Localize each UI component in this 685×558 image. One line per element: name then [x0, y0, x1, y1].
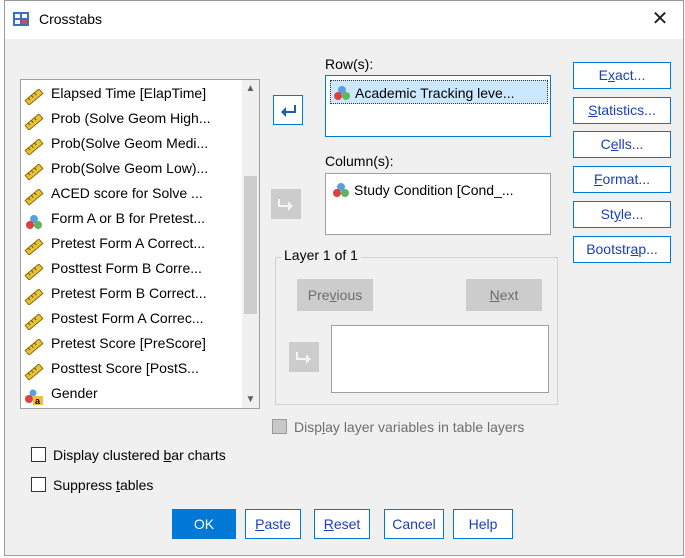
variable-label: Pretest Form B Correct...	[51, 285, 207, 301]
variable-list[interactable]: Elapsed Time [ElapTime] Prob (Solve Geom …	[20, 79, 260, 409]
crosstabs-dialog: Crosstabs ✕ Elapsed Time [ElapTime] Prob …	[4, 0, 684, 556]
variable-list-scrollbar[interactable]: ▲ ▼	[242, 80, 259, 408]
crosstabs-app-icon	[13, 12, 29, 26]
reset-button[interactable]: Reset	[314, 509, 370, 539]
previous-button[interactable]: Previous	[297, 279, 373, 311]
move-to-layer-button[interactable]	[289, 342, 319, 372]
nominal-circles-icon	[334, 86, 350, 100]
variable-label: Pretest Form A Correct...	[51, 235, 206, 251]
exact-button[interactable]: Exact...	[573, 62, 671, 89]
rows-box[interactable]: Academic Tracking leve...	[325, 75, 551, 137]
bootstrap-button[interactable]: Bootstrap...	[573, 236, 671, 263]
variable-label: Prob(Solve Geom Medi...	[51, 135, 209, 151]
close-icon: ✕	[651, 8, 669, 30]
rows-item[interactable]: Academic Tracking leve...	[330, 80, 548, 104]
scrollbar-thumb[interactable]	[244, 176, 257, 314]
statistics-button[interactable]: Statistics...	[573, 97, 671, 124]
variable-label: Elapsed Time [ElapTime]	[51, 85, 207, 101]
move-to-columns-button[interactable]	[271, 189, 301, 219]
close-button[interactable]: ✕	[643, 3, 677, 35]
format-button[interactable]: Format...	[573, 166, 671, 193]
rows-label: Row(s):	[325, 56, 374, 72]
variable-label: Pretest Score [PreScore]	[51, 335, 206, 351]
window-title: Crosstabs	[39, 11, 103, 27]
suppress-tables-checkbox-box[interactable]	[31, 477, 46, 492]
paste-button[interactable]: Paste	[245, 509, 301, 539]
variable-label: Prob(Solve Geom Low)...	[51, 160, 209, 176]
arrow-right-icon	[296, 352, 311, 364]
nominal-circles-icon	[333, 183, 349, 197]
scroll-up-icon[interactable]: ▲	[242, 80, 259, 97]
variable-label: Prob (Solve Geom High...	[51, 110, 211, 126]
cancel-button[interactable]: Cancel	[384, 509, 444, 539]
help-button[interactable]: Help	[453, 509, 513, 539]
columns-box[interactable]: Study Condition [Cond_...	[325, 173, 551, 235]
variable-label: Posttest Form B Corre...	[51, 260, 202, 276]
style-button[interactable]: Style...	[573, 201, 671, 228]
arrow-left-icon	[281, 105, 296, 117]
variable-label: ACED score for Solve ...	[51, 185, 203, 201]
clustered-bar-checkbox-box[interactable]	[31, 447, 46, 462]
move-to-rows-button[interactable]	[273, 95, 303, 125]
layer-box[interactable]	[331, 325, 549, 393]
columns-item[interactable]: Study Condition [Cond_...	[330, 178, 548, 202]
cells-button[interactable]: Cells...	[573, 131, 671, 158]
ok-button[interactable]: OK	[172, 509, 236, 539]
title-bar: Crosstabs ✕	[5, 1, 683, 39]
display-layer-checkbox-box[interactable]	[272, 419, 287, 434]
arrow-right-icon	[278, 199, 293, 211]
next-button[interactable]: Next	[466, 279, 542, 311]
variable-label: Gender	[51, 385, 98, 401]
columns-label: Column(s):	[325, 153, 394, 169]
variable-label: Form A or B for Pretest...	[51, 210, 206, 226]
variable-label: Posttest Score [PostS...	[51, 360, 199, 376]
layer-title: Layer 1 of 1	[281, 247, 361, 263]
variable-list-items: Elapsed Time [ElapTime] Prob (Solve Geom …	[21, 80, 242, 408]
scroll-down-icon[interactable]: ▼	[242, 391, 259, 408]
variable-label: Postest Form A Correc...	[51, 310, 204, 326]
